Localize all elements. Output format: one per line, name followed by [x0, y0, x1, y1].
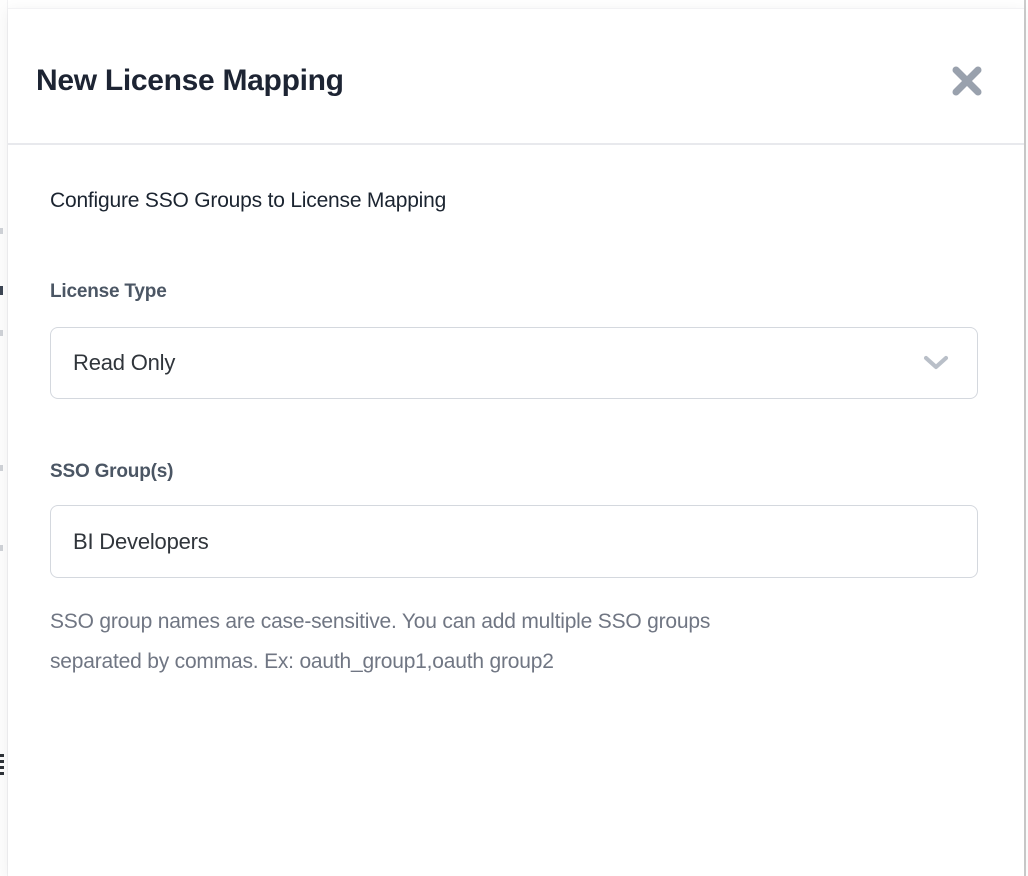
help-text-line: separated by commas. Ex: oauth_group1,oa…	[50, 642, 978, 682]
x-icon	[951, 65, 983, 97]
chevron-down-icon	[923, 355, 949, 371]
license-type-select[interactable]: Read Only	[50, 327, 978, 399]
background-text-fragment	[0, 465, 3, 471]
dialog-title: New License Mapping	[36, 64, 344, 98]
help-text-line: SSO group names are case-sensitive. You …	[50, 602, 978, 642]
dialog-header: New License Mapping	[8, 9, 1024, 145]
background-text-fragment	[0, 228, 3, 234]
dialog-subtitle: Configure SSO Groups to License Mapping	[50, 187, 978, 215]
sso-groups-input[interactable]	[73, 529, 921, 555]
sso-groups-label: SSO Group(s)	[50, 461, 978, 483]
page-right-edge	[1024, 0, 1026, 876]
sso-groups-field-wrapper	[50, 505, 978, 578]
dialog-body: Configure SSO Groups to License Mapping …	[8, 145, 1024, 682]
background-text-fragment	[0, 330, 3, 336]
license-type-value: Read Only	[73, 350, 175, 376]
sso-groups-help-text: SSO group names are case-sensitive. You …	[50, 602, 978, 682]
license-type-label: License Type	[50, 281, 978, 303]
new-license-mapping-dialog: New License Mapping Configure SSO Groups…	[8, 8, 1024, 876]
close-button[interactable]	[950, 64, 984, 98]
background-text-fragment	[0, 545, 3, 551]
background-page-strip	[0, 0, 8, 876]
background-text-fragment	[0, 286, 3, 295]
